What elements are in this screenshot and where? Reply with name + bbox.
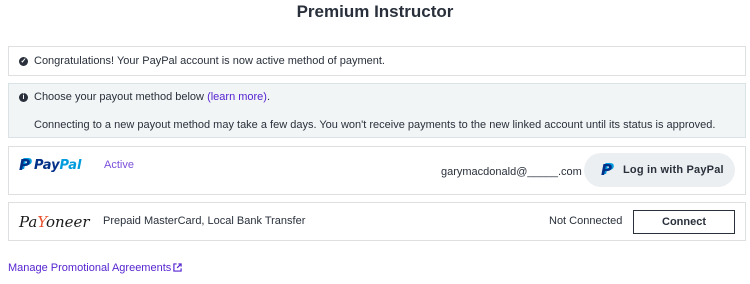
info-line-1-text: Choose your payout method below xyxy=(34,91,204,103)
info-circle-icon: i xyxy=(19,93,28,102)
check-circle-icon: ✓ xyxy=(19,57,28,66)
payoneer-method-row: PaYoneer Prepaid MasterCard, Local Bank … xyxy=(8,202,746,241)
payout-info-alert: i Choose your payout method below (learn… xyxy=(8,83,746,138)
paypal-button-label: Log in with PayPal xyxy=(623,164,724,176)
paypal-email: garymacdonald@_____.com xyxy=(441,166,582,178)
paypal-status-badge: Active xyxy=(104,159,134,171)
info-line-1-suffix: . xyxy=(266,91,271,103)
external-link-icon xyxy=(173,263,182,272)
connect-payoneer-button[interactable]: Connect xyxy=(633,210,735,234)
manage-promotional-agreements-link[interactable]: Manage Promotional Agreements xyxy=(8,262,182,274)
learn-more-link[interactable]: (learn more) xyxy=(207,91,267,103)
manage-link-label: Manage Promotional Agreements xyxy=(8,262,172,274)
paypal-method-row: PP PayPal Active garymacdonald@_____.com… xyxy=(8,146,746,195)
paypal-logo: PP PayPal xyxy=(19,155,81,175)
payoneer-methods: Prepaid MasterCard, Local Bank Transfer xyxy=(103,215,306,227)
paypal-wordmark: PayPal xyxy=(34,157,82,173)
info-line-2: Connecting to a new payout method may ta… xyxy=(34,119,716,131)
paypal-mark-icon: PP xyxy=(19,155,32,174)
payoneer-logo: PaYoneer xyxy=(19,213,90,231)
paypal-icon: PP xyxy=(601,160,614,179)
log-in-with-paypal-button[interactable]: PP Log in with PayPal xyxy=(584,153,735,187)
payoneer-status: Not Connected xyxy=(549,215,623,227)
page-title: Premium Instructor xyxy=(296,2,454,21)
success-message: Congratulations! Your PayPal account is … xyxy=(34,55,385,67)
info-line-1: Choose your payout method below (learn m… xyxy=(34,91,270,104)
payment-success-alert: ✓ Congratulations! Your PayPal account i… xyxy=(8,46,746,76)
